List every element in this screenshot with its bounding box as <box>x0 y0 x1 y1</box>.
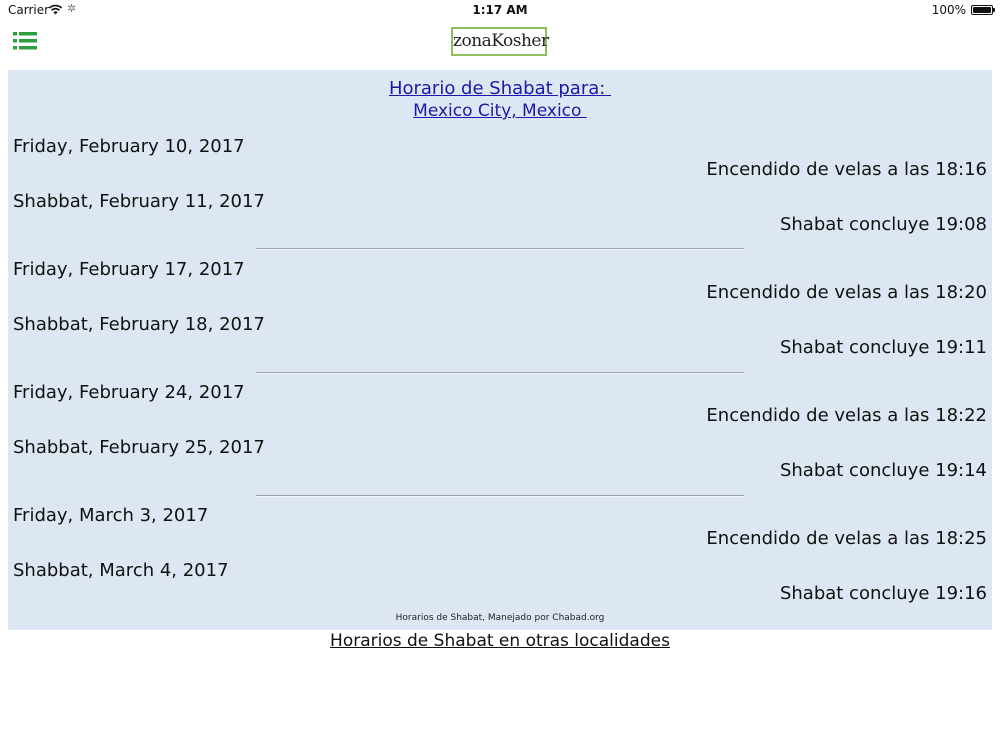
friday-date: Friday, February 17, 2017 <box>13 259 245 280</box>
friday-date: Friday, February 24, 2017 <box>13 382 245 403</box>
candle-lighting-time: Encendido de velas a las 18:16 <box>706 159 987 180</box>
location-link[interactable]: Mexico City, Mexico <box>8 101 992 121</box>
friday-date: Friday, March 3, 2017 <box>13 505 209 526</box>
other-locations-link[interactable]: Horarios de Shabat en otras localidades <box>0 631 1000 651</box>
shabbat-end-time: Shabat concluye 19:11 <box>779 337 987 358</box>
shabbat-end-time: Shabat concluye 19:16 <box>779 583 987 604</box>
candle-lighting-time: Encendido de velas a las 18:22 <box>706 405 987 426</box>
battery-percentage: 100% <box>931 3 966 17</box>
status-bar: Carrier ✲ 1:17 AM 100% <box>0 0 1000 20</box>
candle-lighting-time: Encendido de velas a las 18:20 <box>706 282 987 303</box>
zonakosher-logo[interactable]: zonaKosher <box>451 27 549 56</box>
week-divider <box>256 495 744 497</box>
shabbat-date: Shabbat, February 25, 2017 <box>13 437 265 458</box>
friday-date: Friday, February 10, 2017 <box>13 136 245 157</box>
week-divider <box>256 248 744 250</box>
shabbat-end-time: Shabat concluye 19:14 <box>779 460 987 481</box>
shabbat-date: Shabbat, February 18, 2017 <box>13 314 265 335</box>
battery-icon <box>971 5 995 15</box>
shabbat-date: Shabbat, February 11, 2017 <box>13 191 265 212</box>
status-time: 1:17 AM <box>472 3 528 17</box>
chabad-credit: Horarios de Shabat, Manejado por Chabad.… <box>395 613 605 623</box>
candle-lighting-time: Encendido de velas a las 18:25 <box>706 528 987 549</box>
week-divider <box>256 372 744 374</box>
shabbat-date: Shabbat, March 4, 2017 <box>13 560 229 581</box>
shabbat-times-panel: Horario de Shabat para: Mexico City, Mex… <box>8 70 992 630</box>
shabbat-end-time: Shabat concluye 19:08 <box>779 214 987 235</box>
logo-text: zonaKosher <box>453 31 549 51</box>
list-icon[interactable] <box>13 32 37 50</box>
schedule-title-link[interactable]: Horario de Shabat para: <box>8 78 992 99</box>
